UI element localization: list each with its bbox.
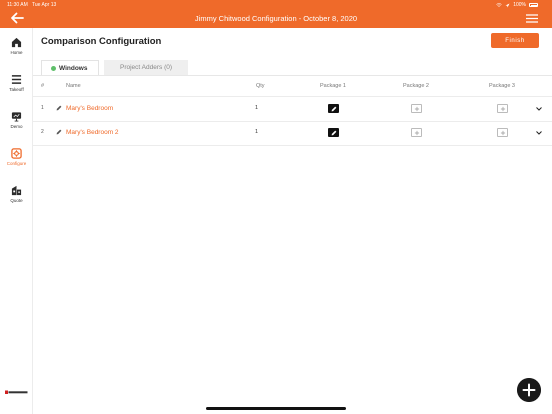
chevron-down-icon[interactable] <box>536 131 542 135</box>
package-2-add-button[interactable] <box>411 104 422 113</box>
configure-icon <box>11 148 22 159</box>
status-dot-icon <box>51 65 56 71</box>
row-name-link[interactable]: Mary's Bedroom <box>66 105 113 112</box>
sidebar-item-label: Quote <box>10 198 23 203</box>
edit-icon <box>331 106 336 111</box>
tab-label: Windows <box>59 64 88 72</box>
package-3-add-button[interactable] <box>497 104 508 113</box>
finish-button[interactable]: Finish <box>491 33 539 48</box>
sidebar-item-takeoff[interactable]: Takeoff <box>0 74 33 104</box>
page-header-title: Jimmy Chitwood Configuration - October 8… <box>194 14 358 23</box>
row-number: 1 <box>41 105 44 111</box>
plus-icon <box>414 130 419 135</box>
row-number: 2 <box>41 129 44 135</box>
plus-icon <box>500 106 505 111</box>
main-content: Comparison Configuration Finish Windows … <box>33 28 552 414</box>
tab-project-adders[interactable]: Project Adders (0) <box>104 60 188 75</box>
chevron-down-icon[interactable] <box>536 107 542 111</box>
pencil-icon[interactable] <box>56 129 62 135</box>
battery-percent: 100% <box>513 2 526 8</box>
add-fab-button[interactable] <box>517 378 541 402</box>
edit-icon <box>331 130 336 135</box>
status-indicators: 100% <box>496 2 538 8</box>
sidebar-item-label: Demo <box>10 124 23 129</box>
status-date: Tue Apr 13 <box>32 2 57 8</box>
table-row[interactable]: 1 Mary's Bedroom 1 <box>33 97 552 121</box>
demo-icon <box>11 112 22 122</box>
sidebar-item-demo[interactable]: Demo <box>0 111 33 141</box>
column-header-qty: Qty <box>256 83 265 89</box>
column-header-package-1: Package 1 <box>320 83 346 89</box>
row-name-link[interactable]: Mary's Bedroom 2 <box>66 129 119 136</box>
package-2-add-button[interactable] <box>411 128 422 137</box>
tab-windows[interactable]: Windows <box>41 60 99 75</box>
wifi-icon <box>496 3 502 7</box>
divider <box>33 145 552 146</box>
plus-icon <box>500 130 505 135</box>
top-bar: 11:30 AM Tue Apr 13 100% Jimmy Chitwood … <box>0 0 552 28</box>
sidebar-item-quote[interactable]: Quote <box>0 185 33 215</box>
menu-icon[interactable] <box>526 14 538 23</box>
list-icon <box>11 75 22 84</box>
column-header-package-2: Package 2 <box>403 83 429 89</box>
company-logo <box>5 390 28 394</box>
page-title: Comparison Configuration <box>41 36 162 47</box>
column-header-name: Name <box>66 83 81 89</box>
quote-icon <box>11 185 22 196</box>
sidebar-item-configure[interactable]: Configure <box>0 148 33 178</box>
row-qty: 1 <box>255 105 259 111</box>
sidebar-item-label: Home <box>10 50 23 55</box>
sidebar-item-home[interactable]: Home <box>0 37 33 67</box>
tab-label: Project Adders (0) <box>119 64 173 71</box>
tab-bar: Windows Project Adders (0) <box>41 60 188 75</box>
table-row[interactable]: 2 Mary's Bedroom 2 1 <box>33 121 552 145</box>
package-1-edit-button[interactable] <box>328 104 339 113</box>
row-qty: 1 <box>255 129 259 135</box>
package-3-add-button[interactable] <box>497 128 508 137</box>
battery-icon <box>529 3 538 7</box>
column-header-number: # <box>41 83 45 89</box>
location-arrow-icon <box>505 3 510 7</box>
divider <box>33 75 552 76</box>
sidebar-item-label: Takeoff <box>9 87 24 92</box>
pencil-icon[interactable] <box>56 105 62 111</box>
sidebar: Home Takeoff Demo Configure Quote <box>0 28 33 414</box>
home-icon <box>11 37 22 48</box>
app-screen: 11:30 AM Tue Apr 13 100% Jimmy Chitwood … <box>0 0 552 414</box>
package-1-edit-button[interactable] <box>328 128 339 137</box>
table-header: # Name Qty Package 1 Package 2 Package 3 <box>33 80 552 92</box>
status-time: 11:30 AM <box>7 2 28 8</box>
column-header-package-3: Package 3 <box>489 83 515 89</box>
home-indicator <box>206 407 346 410</box>
plus-icon <box>414 106 419 111</box>
sidebar-item-label: Configure <box>6 161 27 166</box>
